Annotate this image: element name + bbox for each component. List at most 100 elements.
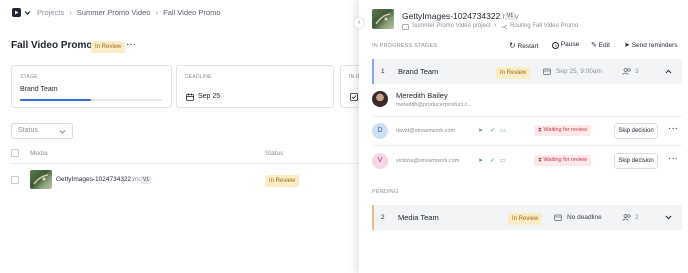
deadline-label: DEADLINE (185, 74, 212, 80)
reviewer-row: V victoria@streamwork.com ➤ ✓ ▭ ⧗ Waitin… (372, 150, 688, 172)
stage-value: Brand Team (20, 86, 58, 93)
routing-icon (501, 24, 508, 30)
stage-reviewer-count: 3 (635, 68, 639, 75)
breadcrumb-current: Fall Video Promo (163, 8, 221, 17)
pending-stage-row[interactable]: 2 Media Team In Review No deadline 2 (372, 205, 682, 230)
version-badge: V1 (141, 176, 152, 184)
stage-deadline: Sep 25, 9:00am (556, 68, 602, 75)
status-filter-label: Status (18, 127, 38, 134)
main-area: Projects › Summer Promo Video › Fall Vid… (0, 0, 380, 273)
avatar: V (372, 153, 388, 169)
detail-panel: ‹ GettyImages-1024734322.mov V 1 Summer P… (353, 0, 688, 273)
stage-status-badge: In Review (508, 213, 543, 225)
edit-button[interactable]: ✎ Edit (591, 41, 610, 49)
edit-icon: ✎ (591, 42, 597, 49)
column-header-media[interactable]: Media (30, 150, 48, 157)
media-thumbnail (30, 170, 52, 189)
reviewer-row: D david@streamwork.com ➤ ✓ ▭ ⧗ Waiting f… (372, 120, 688, 142)
comment-icon: ▭ (500, 158, 506, 164)
waiting-label: Waiting for review (543, 127, 587, 133)
skip-decision-button[interactable]: Skip decision (614, 153, 658, 169)
in-progress-heading: IN PROGRESS STAGES (372, 43, 438, 49)
reviewer-email: meredith@producerproduct.c... (396, 102, 472, 108)
column-header-status[interactable]: Status (265, 150, 283, 157)
chevron-down-icon[interactable] (665, 215, 672, 220)
breadcrumb-project[interactable]: Summer Promo Video (77, 8, 151, 17)
project-link[interactable]: Summer Promo Video project (412, 23, 491, 29)
reviewer-name: Meredith Bailey (396, 91, 448, 100)
comment-icon: ▭ (500, 128, 506, 134)
restart-icon: ↻ (509, 41, 516, 50)
waiting-status-badge: ⧗ Waiting for review (534, 155, 591, 166)
table-row[interactable]: GettyImages-1024734322.mov V1 In Review (0, 165, 360, 195)
routing-link[interactable]: Routing Fall Video Promo (510, 23, 578, 29)
stage-number: 2 (381, 214, 385, 221)
chevron-right-icon: › (494, 22, 497, 29)
chevron-right-icon: › (69, 8, 72, 17)
checkbox-icon (350, 93, 358, 101)
reviewer-email: victoria@streamwork.com (396, 158, 460, 164)
calendar-icon (186, 93, 194, 101)
chevron-down-icon (59, 130, 66, 134)
row-status-badge: In Review (265, 175, 300, 187)
send-icon: ➤ (478, 158, 484, 164)
table-header-divider (11, 163, 360, 164)
stage-card: STAGE Brand Team (11, 65, 172, 108)
waiting-icon: ⧗ (538, 127, 542, 133)
panel-thumbnail (372, 9, 394, 29)
collapse-panel-button[interactable]: ‹ (353, 17, 365, 29)
send-icon: ➤ (624, 42, 630, 49)
send-icon: ➤ (478, 128, 484, 134)
waiting-icon: ⧗ (538, 157, 542, 163)
check-icon: ✓ (490, 158, 496, 164)
panel-file-title: GettyImages-1024734322.mov (402, 11, 519, 21)
send-reminders-button[interactable]: ➤ Send reminders (624, 41, 678, 49)
media-name[interactable]: GettyImages-1024734322.mov (56, 176, 145, 183)
pause-icon: ॥ (552, 42, 559, 49)
chevron-up-icon[interactable] (665, 69, 672, 74)
deadline-card: DEADLINE Sep 25 (176, 65, 334, 108)
breadcrumb: Projects › Summer Promo Video › Fall Vid… (37, 8, 221, 18)
stage-reviewer-count: 2 (635, 214, 639, 221)
restart-label: Restart (517, 43, 539, 50)
stage-name: Brand Team (398, 67, 439, 76)
media-file-name: GettyImages-1024734322 (56, 176, 132, 183)
video-icon (402, 24, 409, 30)
skip-decision-button[interactable]: Skip decision (614, 123, 658, 139)
send-reminders-label: Send reminders (631, 42, 678, 49)
more-options-button[interactable]: ··· (126, 40, 136, 50)
stage-name: Media Team (398, 213, 439, 222)
chevron-down-icon[interactable] (24, 10, 31, 16)
pause-button[interactable]: ॥ Pause (552, 41, 579, 49)
page-title: Fall Video Promo (11, 40, 93, 51)
chevron-left-icon: ‹ (357, 19, 361, 26)
avatar: D (372, 123, 388, 139)
chevron-right-icon: › (155, 8, 159, 17)
reviewer-email: david@streamwork.com (396, 128, 456, 134)
calendar-icon (554, 214, 562, 221)
row-checkbox[interactable] (11, 176, 19, 184)
edit-label: Edit (598, 42, 610, 49)
stage-progress-bar (20, 99, 162, 101)
stage-deadline: No deadline (567, 214, 602, 221)
status-filter[interactable]: Status (11, 123, 73, 139)
avatar (372, 91, 388, 107)
stage-progress-fill (20, 99, 91, 101)
restart-button[interactable]: ↻ Restart (509, 41, 538, 50)
waiting-status-badge: ⧗ Waiting for review (534, 125, 591, 136)
reviewer-more-button[interactable]: ··· (668, 154, 678, 164)
app-logo-icon[interactable] (12, 8, 21, 17)
reviewer-more-button[interactable]: ··· (668, 124, 678, 134)
pause-label: Pause (560, 41, 580, 48)
deadline-value: Sep 25 (198, 93, 221, 100)
reviewer-divider (372, 116, 682, 117)
calendar-icon (543, 68, 551, 75)
pending-heading: PENDING (372, 189, 399, 195)
stage-label: STAGE (20, 74, 38, 80)
select-all-checkbox[interactable] (11, 149, 19, 157)
stage-row[interactable]: 1 Brand Team In Review Sep 25, 9:00am 3 (372, 59, 682, 84)
breadcrumb-projects[interactable]: Projects (37, 8, 64, 17)
waiting-label: Waiting for review (543, 157, 587, 163)
users-icon (622, 68, 631, 75)
stage-number: 1 (381, 68, 385, 75)
